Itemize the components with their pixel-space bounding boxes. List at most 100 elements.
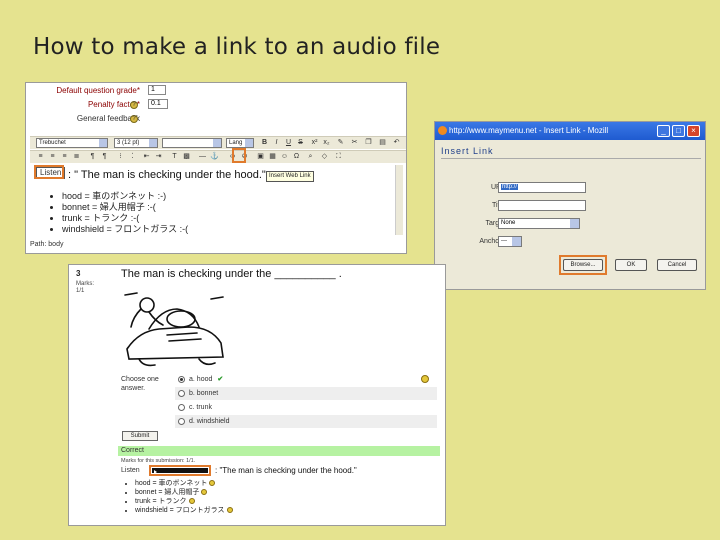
bg-color-icon[interactable]: ▩ xyxy=(182,152,191,162)
cancel-button[interactable]: Cancel xyxy=(657,259,697,271)
underline-button[interactable]: U xyxy=(284,138,293,148)
editor-path: Path: body xyxy=(30,241,64,248)
list-item: windshield = フロントガラス xyxy=(135,506,233,515)
help-icon[interactable]: ? xyxy=(130,115,138,123)
special-char-icon[interactable]: Ω xyxy=(292,152,301,162)
list-item: bonnet = 婦人用帽子 :-( xyxy=(62,202,188,213)
lang-select[interactable]: Lang xyxy=(226,138,254,148)
size-select[interactable]: 3 (12 pt) xyxy=(114,138,158,148)
html-source-icon[interactable]: ◇ xyxy=(320,152,329,162)
undo-icon[interactable]: ↶ xyxy=(392,138,401,148)
ordered-list-icon[interactable]: ⁝ xyxy=(116,152,125,162)
radio-selected[interactable] xyxy=(178,376,185,383)
penalty-factor-label: Penalty factor* xyxy=(87,100,140,109)
firefox-icon xyxy=(438,126,447,135)
option-letter: d. xyxy=(189,418,195,425)
default-grade-label: Default question grade* xyxy=(56,86,140,95)
mechanic-car-clipart xyxy=(124,292,224,367)
option-a[interactable]: a. hood ✔ xyxy=(175,373,437,386)
search-icon[interactable]: ⌕ xyxy=(306,152,315,162)
paste-icon[interactable]: ▤ xyxy=(378,138,387,148)
list-item: windshield = フロントガラス :-( xyxy=(62,224,188,235)
smiley-icon xyxy=(209,480,216,487)
table-icon[interactable]: ▦ xyxy=(268,152,277,162)
clean-icon[interactable]: ✎ xyxy=(336,138,345,148)
bullet-list-icon[interactable]: ⁚ xyxy=(128,152,137,162)
anchor-icon[interactable]: ⚓ xyxy=(210,152,219,162)
bold-button[interactable]: B xyxy=(260,138,269,148)
cut-icon[interactable]: ✂ xyxy=(350,138,359,148)
justify-icon[interactable]: ≣ xyxy=(72,152,81,162)
listen-sentence: : "The man is checking under the hood." xyxy=(215,466,357,475)
browse-highlight xyxy=(559,255,607,275)
target-select[interactable]: None xyxy=(498,218,580,229)
question-editor-screenshot: Default question grade* 1 Penalty factor… xyxy=(25,82,407,254)
strike-button[interactable]: S xyxy=(296,138,305,148)
question-text: The man is checking under the __________… xyxy=(121,268,342,280)
correct-check-icon: ✔ xyxy=(217,376,224,383)
option-c[interactable]: c. trunk xyxy=(175,401,437,414)
superscript-icon[interactable]: x² xyxy=(310,138,319,148)
indent-icon[interactable]: ⇥ xyxy=(154,152,163,162)
outdent-icon[interactable]: ⇤ xyxy=(142,152,151,162)
url-input[interactable]: http:// xyxy=(498,182,586,193)
fullscreen-icon[interactable]: ⛶ xyxy=(334,152,343,162)
text-color-icon[interactable]: T xyxy=(170,152,179,162)
choose-answer-label: Choose one answer. xyxy=(121,376,159,392)
radio[interactable] xyxy=(178,404,185,411)
audio-player[interactable] xyxy=(149,465,211,476)
subscript-icon[interactable]: x₂ xyxy=(322,138,331,148)
general-feedback-label: General feedback xyxy=(76,114,140,123)
option-letter: c. xyxy=(189,404,195,411)
rule-icon[interactable]: — xyxy=(198,152,207,162)
image-icon[interactable]: ▣ xyxy=(256,152,265,162)
question-marks: Marks: 1/1 xyxy=(76,281,94,294)
sad-icon xyxy=(226,507,233,514)
close-button[interactable]: × xyxy=(687,125,700,137)
insert-link-dialog: http://www.maymenu.net - Insert Link - M… xyxy=(434,121,706,290)
help-icon[interactable]: ? xyxy=(130,101,138,109)
smiley-icon[interactable]: ☺ xyxy=(280,152,289,162)
option-letter: b. xyxy=(189,390,195,397)
editor-bullet-list: hood = 車のボンネット :-) bonnet = 婦人用帽子 :-( tr… xyxy=(56,191,188,235)
submit-button[interactable]: Submit xyxy=(122,431,158,441)
align-center-icon[interactable]: ≡ xyxy=(48,152,57,162)
list-item: bonnet = 婦人用帽子 xyxy=(135,488,233,497)
question-number: 3 xyxy=(76,269,81,278)
option-d[interactable]: d. windshield xyxy=(175,415,437,428)
ok-button[interactable]: OK xyxy=(615,259,647,271)
anchors-select[interactable]: --- xyxy=(498,236,522,247)
smiley-icon xyxy=(421,375,429,383)
option-letter: a. xyxy=(189,376,195,383)
feedback-text: windshield = フロントガラス xyxy=(135,507,225,514)
play-icon[interactable] xyxy=(152,468,208,474)
option-text: hood xyxy=(196,376,213,383)
italic-button[interactable]: I xyxy=(272,138,281,148)
title-input[interactable] xyxy=(498,200,586,211)
dialog-window-title: http://www.maymenu.net - Insert Link - M… xyxy=(449,126,609,135)
align-right-icon[interactable]: ≡ xyxy=(60,152,69,162)
page-title: How to make a link to an audio file xyxy=(33,34,441,60)
feedback-text: bonnet = 婦人用帽子 xyxy=(135,489,200,496)
feedback-text: hood = 車のボンネット xyxy=(135,480,208,487)
dialog-heading: Insert Link xyxy=(441,146,701,159)
minimize-button[interactable]: _ xyxy=(657,125,670,137)
maximize-button[interactable]: □ xyxy=(672,125,685,137)
list-item: trunk = トランク :-( xyxy=(62,213,188,224)
penalty-factor-input[interactable]: 0.1 xyxy=(148,99,168,109)
option-b[interactable]: b. bonnet xyxy=(175,387,437,400)
align-left-icon[interactable]: ≡ xyxy=(36,152,45,162)
marks-submission: Marks for this submission: 1/1. xyxy=(121,458,196,464)
font-select[interactable]: Trebuchet xyxy=(36,138,108,148)
style-select[interactable] xyxy=(162,138,222,148)
radio[interactable] xyxy=(178,390,185,397)
default-grade-input[interactable]: 1 xyxy=(148,85,166,95)
sad-icon xyxy=(201,489,208,496)
copy-icon[interactable]: ❐ xyxy=(364,138,373,148)
editor-scrollbar[interactable] xyxy=(395,165,403,235)
radio[interactable] xyxy=(178,418,185,425)
rtl-icon[interactable]: ¶ xyxy=(100,152,109,162)
option-text: trunk xyxy=(196,404,212,411)
list-item: hood = 車のボンネット xyxy=(135,479,233,488)
ltr-icon[interactable]: ¶ xyxy=(88,152,97,162)
